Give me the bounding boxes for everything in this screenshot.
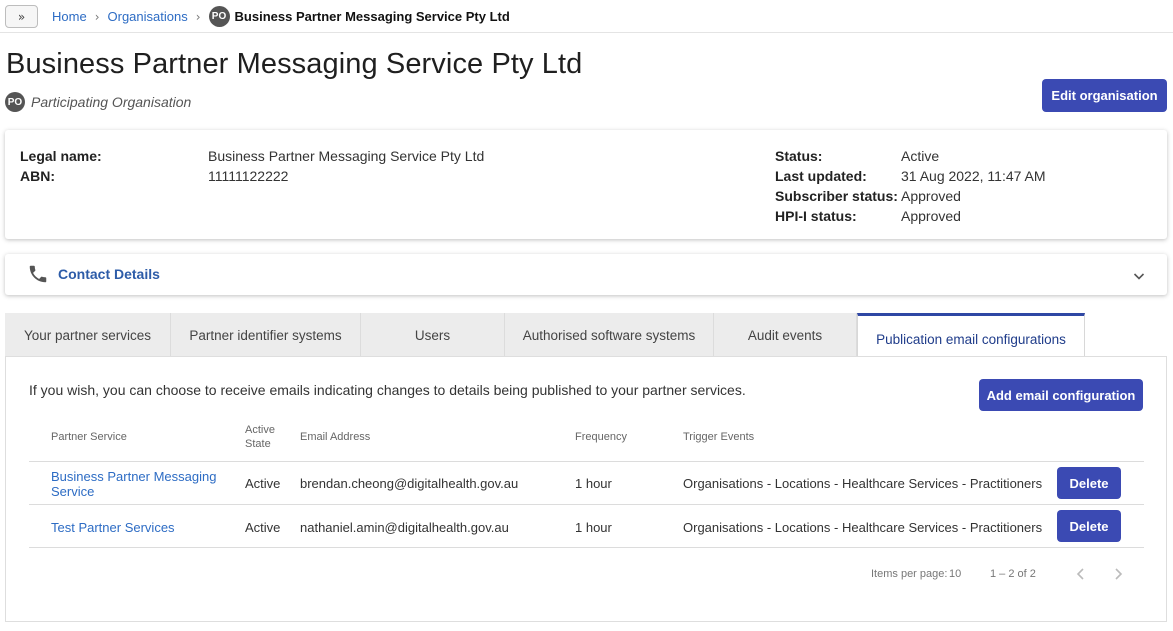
- last-updated-value: 31 Aug 2022, 11:47 AM: [901, 168, 1046, 184]
- page-title: Business Partner Messaging Service Pty L…: [6, 48, 583, 80]
- status-label: Status:: [775, 148, 823, 164]
- page-range: 1 – 2 of 2: [990, 568, 1036, 580]
- delete-button[interactable]: Delete: [1057, 467, 1121, 499]
- chevron-down-icon: [1133, 273, 1145, 280]
- tab-partner-identifier-systems[interactable]: Partner identifier systems: [171, 313, 361, 357]
- add-email-configuration-button[interactable]: Add email configuration: [979, 379, 1143, 411]
- items-per-page-label: Items per page:: [871, 568, 948, 580]
- email-address: nathaniel.amin@digitalhealth.gov.au: [300, 520, 509, 535]
- delete-button[interactable]: Delete: [1057, 510, 1121, 542]
- breadcrumb-organisations-link[interactable]: Organisations: [108, 9, 188, 24]
- organisation-tabs: Your partner services Partner identifier…: [5, 313, 1167, 357]
- chevron-right-icon: ›: [195, 9, 201, 24]
- organisation-type: PO Participating Organisation: [5, 92, 191, 112]
- column-header-trigger-events: Trigger Events: [683, 431, 755, 443]
- legal-name-value: Business Partner Messaging Service Pty L…: [208, 148, 485, 164]
- tab-authorised-software-systems[interactable]: Authorised software systems: [505, 313, 714, 357]
- column-header-active-state-line2: State: [245, 438, 271, 450]
- table-divider: [29, 547, 1144, 548]
- breadcrumb-current: Business Partner Messaging Service Pty L…: [234, 9, 510, 24]
- trigger-events: Organisations - Locations - Healthcare S…: [683, 520, 1043, 535]
- organisation-type-badge: PO: [208, 6, 230, 27]
- hpii-status-value: Approved: [901, 208, 961, 224]
- next-page-icon[interactable]: [1110, 566, 1126, 582]
- tab-your-partner-services[interactable]: Your partner services: [5, 313, 171, 357]
- contact-details-expander[interactable]: Contact Details: [5, 254, 1167, 295]
- partner-service-link[interactable]: Test Partner Services: [51, 520, 175, 535]
- tab-publication-email-configurations[interactable]: Publication email configurations: [857, 313, 1085, 357]
- publication-email-configurations-panel: If you wish, you can choose to receive e…: [5, 356, 1167, 622]
- table-divider: [29, 504, 1144, 505]
- legal-name-label: Legal name:: [20, 148, 102, 164]
- intro-text: If you wish, you can choose to receive e…: [29, 382, 746, 398]
- tab-audit-events[interactable]: Audit events: [714, 313, 857, 357]
- breadcrumb-home-link[interactable]: Home: [52, 9, 87, 24]
- tab-users[interactable]: Users: [361, 313, 505, 357]
- partner-service-link[interactable]: Business Partner Messaging: [51, 469, 216, 484]
- last-updated-label: Last updated:: [775, 168, 867, 184]
- trigger-events: Organisations - Locations - Healthcare S…: [683, 476, 1043, 491]
- active-state: Active: [245, 520, 281, 535]
- edit-organisation-button[interactable]: Edit organisation: [1042, 79, 1167, 112]
- partner-service-link-continued[interactable]: Service: [51, 484, 94, 499]
- column-header-frequency: Frequency: [575, 431, 627, 443]
- breadcrumb: Home › Organisations › PO Business Partn…: [52, 0, 510, 33]
- column-header-partner-service: Partner Service: [51, 431, 127, 443]
- table-divider: [29, 461, 1144, 462]
- column-header-email-address: Email Address: [300, 431, 371, 443]
- subscriber-status-label: Subscriber status:: [775, 188, 898, 204]
- abn-label: ABN:: [20, 168, 55, 184]
- items-per-page-select[interactable]: 10: [949, 568, 961, 580]
- contact-details-label: Contact Details: [58, 266, 160, 282]
- organisation-type-badge: PO: [5, 92, 25, 112]
- frequency: 1 hour: [575, 476, 612, 491]
- organisation-type-label: Participating Organisation: [31, 94, 192, 110]
- email-address: brendan.cheong@digitalhealth.gov.au: [300, 476, 519, 491]
- hpii-status-label: HPI-I status:: [775, 208, 857, 224]
- subscriber-status-value: Approved: [901, 188, 961, 204]
- frequency: 1 hour: [575, 520, 612, 535]
- phone-icon: [29, 265, 47, 283]
- column-header-active-state-line1: Active: [245, 424, 275, 436]
- active-state: Active: [245, 476, 281, 491]
- abn-value: 11111122222: [208, 168, 289, 184]
- status-value: Active: [901, 148, 940, 164]
- expand-sidebar-button[interactable]: »: [5, 5, 38, 28]
- previous-page-icon[interactable]: [1073, 566, 1089, 582]
- chevron-right-icon: ›: [94, 9, 100, 24]
- breadcrumb-bar: » Home › Organisations › PO Business Par…: [0, 0, 1173, 33]
- organisation-details-card: Legal name: Business Partner Messaging S…: [5, 130, 1167, 239]
